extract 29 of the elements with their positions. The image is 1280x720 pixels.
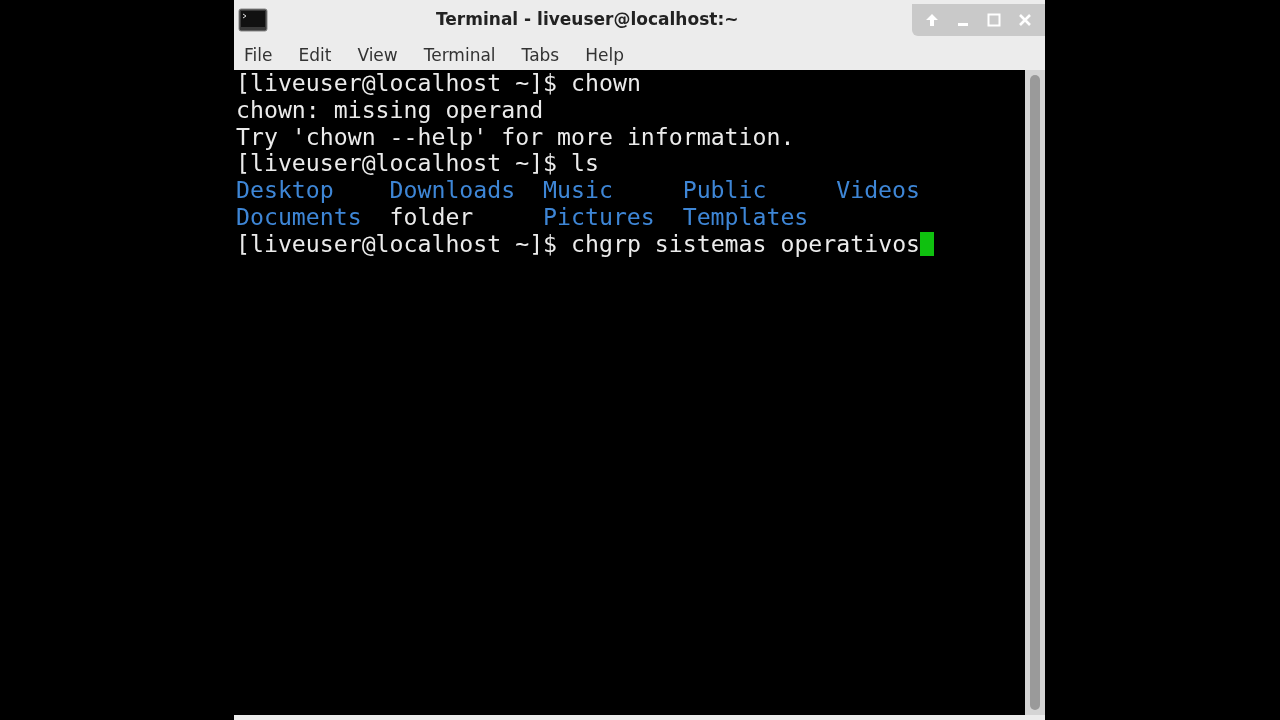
menu-item[interactable]: Tabs: [521, 45, 560, 65]
directory-name: Downloads: [389, 177, 516, 204]
output-text: chown: missing operand: [236, 95, 544, 123]
menu-item[interactable]: Terminal: [423, 45, 496, 65]
directory-name: Videos: [836, 177, 920, 204]
menu-item[interactable]: Help: [585, 45, 624, 65]
shell-prompt: [liveuser@localhost ~]$: [236, 149, 558, 177]
close-icon[interactable]: [1017, 12, 1034, 28]
menu-item[interactable]: Edit: [298, 45, 332, 65]
window-title: Terminal - liveuser@localhost:~: [436, 9, 739, 29]
command-text: chgrp sistemas operativos: [571, 229, 921, 257]
shell-prompt: [liveuser@localhost ~]$: [236, 229, 558, 257]
scrollbar-thumb[interactable]: [1030, 75, 1040, 710]
menu-item[interactable]: View: [357, 45, 398, 65]
directory-name: Pictures: [543, 204, 655, 231]
directory-name: Templates: [682, 204, 809, 231]
directory-name: Music: [543, 177, 613, 204]
menu-item[interactable]: File: [244, 45, 273, 65]
shell-prompt: [liveuser@localhost ~]$: [236, 70, 558, 96]
directory-name: Desktop: [236, 177, 334, 204]
command-text: ls: [571, 149, 599, 177]
maximize-icon[interactable]: [986, 12, 1003, 28]
scrollbar[interactable]: [1025, 70, 1045, 715]
output-text: Try 'chown --help' for more information.: [236, 122, 795, 150]
directory-name: Documents: [236, 204, 362, 231]
directory-name: Public: [682, 177, 767, 204]
file-name: folder: [389, 204, 474, 231]
terminal-icon: [238, 8, 268, 32]
command-text: chown: [571, 70, 641, 96]
